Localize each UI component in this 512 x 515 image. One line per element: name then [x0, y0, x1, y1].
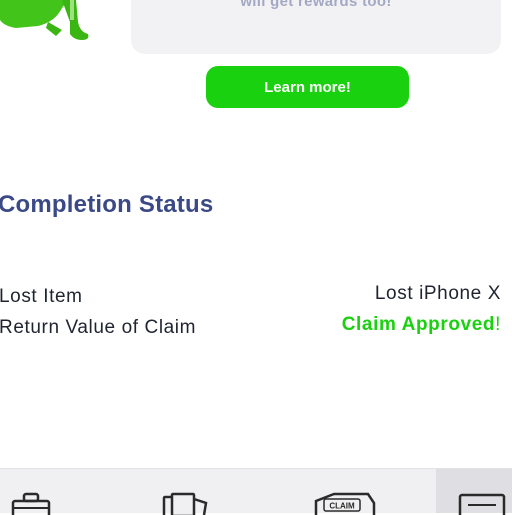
briefcase-icon: [11, 492, 51, 515]
claim-ticket-icon: CLAIM: [314, 492, 376, 515]
promo-card-text: will get rewards too!: [240, 0, 392, 10]
completion-status-title: Completion Status: [0, 191, 214, 218]
claim-badge-text: CLAIM: [329, 502, 355, 511]
documents-icon: [162, 492, 208, 515]
tab-messages[interactable]: [436, 469, 512, 515]
learn-more-button[interactable]: Learn more!: [206, 66, 409, 108]
bottom-tab-bar: CLAIM: [0, 468, 512, 515]
promo-card: will get rewards too!: [131, 0, 501, 54]
tab-briefcase[interactable]: [0, 469, 120, 515]
return-value-label: Return Value of Claim: [0, 317, 197, 338]
lost-item-label: Lost Item: [0, 286, 83, 307]
tab-claim[interactable]: CLAIM: [290, 469, 410, 515]
claim-status-text: Claim Approved: [341, 314, 496, 335]
claim-status-value: Claim Approved!: [342, 314, 501, 336]
claim-status-suffix: !: [495, 314, 501, 335]
mascot-illustration: [0, 0, 89, 40]
lost-item-value: Lost iPhone X: [374, 283, 501, 304]
tab-documents[interactable]: [140, 469, 250, 515]
message-icon: [458, 493, 506, 515]
